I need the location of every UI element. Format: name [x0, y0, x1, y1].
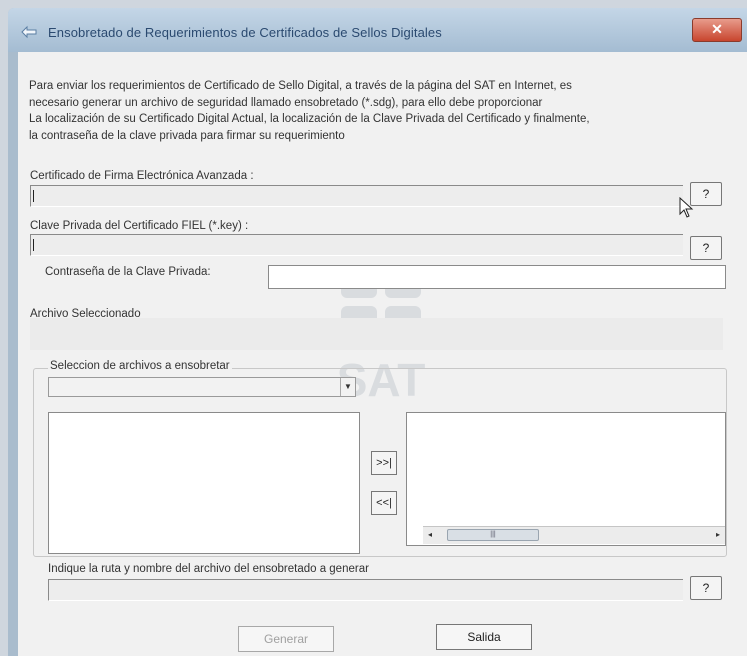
password-label: Contraseña de la Clave Privada:	[45, 266, 211, 278]
exit-button[interactable]: Salida	[436, 624, 532, 650]
instructions-line: Para enviar los requerimientos de Certif…	[29, 80, 572, 92]
scroll-right-icon[interactable]: ▸	[711, 527, 725, 543]
text-cursor	[33, 239, 34, 251]
window-title: Ensobretado de Requerimientos de Certifi…	[48, 25, 442, 40]
file-type-combo[interactable]: ▼	[48, 377, 356, 397]
text-cursor	[33, 190, 34, 202]
instructions-line: necesario generar un archivo de segurida…	[29, 96, 543, 109]
instructions-line: La localización de su Certificado Digita…	[29, 113, 590, 125]
instructions-line: la contraseña de la clave privada para f…	[29, 129, 345, 142]
remove-file-button[interactable]: <<|	[371, 491, 397, 515]
instructions-text: Para enviar los requerimientos de Certif…	[29, 78, 719, 144]
output-browse-button[interactable]: ?	[690, 576, 722, 600]
mouse-cursor-icon	[679, 197, 694, 218]
horizontal-scrollbar[interactable]: ◂ ||| ▸	[423, 526, 725, 544]
selected-file-display	[30, 318, 723, 350]
generate-button[interactable]: Generar	[238, 626, 334, 652]
add-file-button[interactable]: >>|	[371, 451, 397, 475]
selected-files-list[interactable]: ◂ ||| ▸	[406, 412, 726, 546]
scroll-left-icon[interactable]: ◂	[423, 527, 437, 543]
certificate-path-field[interactable]	[30, 185, 683, 207]
output-path-field[interactable]	[48, 579, 683, 601]
certificate-label: Certificado de Firma Electrónica Avanzad…	[30, 170, 254, 182]
scroll-thumb[interactable]: |||	[447, 529, 539, 541]
app-icon	[21, 25, 37, 39]
file-selection-legend: Seleccion de archivos a ensobretar	[48, 360, 232, 372]
password-input[interactable]	[268, 265, 726, 289]
chevron-down-icon[interactable]: ▼	[340, 378, 355, 396]
private-key-label: Clave Privada del Certificado FIEL (*.ke…	[30, 220, 249, 232]
output-path-label: Indique la ruta y nombre del archivo del…	[48, 563, 369, 575]
private-key-browse-button[interactable]: ?	[690, 236, 722, 260]
close-button[interactable]: ✕	[692, 18, 742, 42]
title-bar: Ensobretado de Requerimientos de Certifi…	[8, 8, 747, 52]
private-key-path-field[interactable]	[30, 234, 683, 256]
available-files-list[interactable]	[48, 412, 360, 554]
